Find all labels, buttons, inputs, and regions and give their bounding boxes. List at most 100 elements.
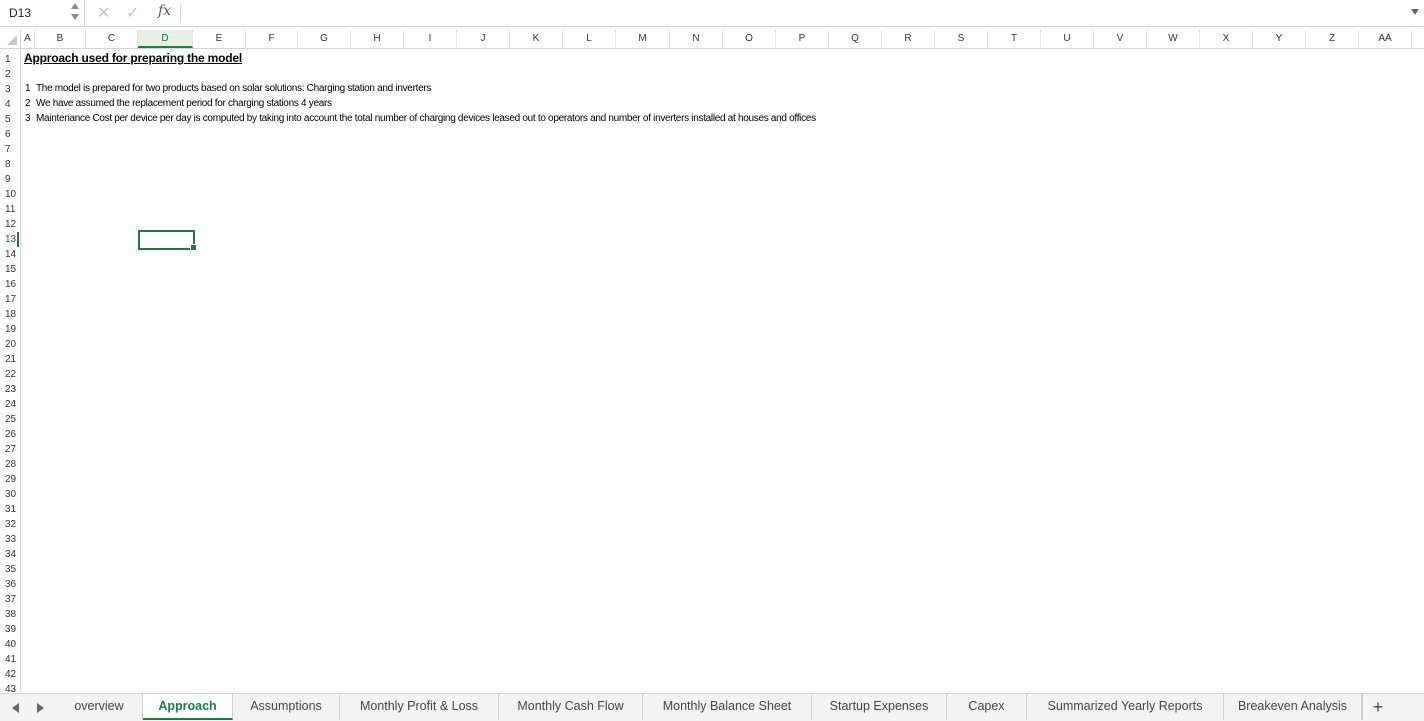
row-header-23[interactable]: 23 — [0, 382, 19, 397]
sheet-tab-approach[interactable]: Approach — [143, 694, 233, 720]
fill-handle[interactable] — [190, 244, 197, 251]
note-text[interactable]: The model is prepared for two products b… — [36, 83, 431, 94]
row-header-11[interactable]: 11 — [0, 202, 19, 217]
sheet-tab-monthly-cash-flow[interactable]: Monthly Cash Flow — [499, 694, 643, 720]
row-header-18[interactable]: 18 — [0, 307, 19, 322]
note-number[interactable]: 3 — [25, 113, 31, 124]
add-sheet-button[interactable]: + — [1362, 694, 1393, 720]
column-header-d[interactable]: D — [138, 30, 193, 48]
cell-grid[interactable]: Approach used for preparing the model 1 … — [21, 49, 1424, 692]
row-header-41[interactable]: 41 — [0, 652, 19, 667]
sheet-tab-capex[interactable]: Capex — [947, 694, 1027, 720]
column-header-p[interactable]: P — [776, 30, 829, 48]
column-header-i[interactable]: I — [404, 30, 457, 48]
row-header-36[interactable]: 36 — [0, 577, 19, 592]
check-icon[interactable]: ✓ — [126, 3, 139, 23]
row-header-26[interactable]: 26 — [0, 427, 19, 442]
row-header-40[interactable]: 40 — [0, 637, 19, 652]
column-header-e[interactable]: E — [193, 30, 246, 48]
note-text[interactable]: We have assumed the replacement period f… — [36, 98, 332, 109]
row-header-4[interactable]: 4 — [0, 97, 19, 112]
row-header-14[interactable]: 14 — [0, 247, 19, 262]
sheet-tab-overview[interactable]: overview — [56, 694, 143, 720]
row-header-16[interactable]: 16 — [0, 277, 19, 292]
sheet-tab-summarized-yearly-reports[interactable]: Summarized Yearly Reports — [1027, 694, 1224, 720]
row-header-28[interactable]: 28 — [0, 457, 19, 472]
column-header-aa[interactable]: AA — [1359, 30, 1412, 48]
row-header-22[interactable]: 22 — [0, 367, 19, 382]
column-header-k[interactable]: K — [510, 30, 563, 48]
note-number[interactable]: 2 — [25, 98, 31, 109]
row-header-39[interactable]: 39 — [0, 622, 19, 637]
column-header-x[interactable]: X — [1200, 30, 1253, 48]
row-header-15[interactable]: 15 — [0, 262, 19, 277]
row-header-19[interactable]: 19 — [0, 322, 19, 337]
next-sheet-icon[interactable] — [37, 703, 44, 713]
sheet-tab-monthly-balance-sheet[interactable]: Monthly Balance Sheet — [643, 694, 812, 720]
row-header-24[interactable]: 24 — [0, 397, 19, 412]
row-header-43[interactable]: 43 — [0, 682, 19, 692]
active-cell-selection[interactable] — [138, 230, 195, 250]
row-header-30[interactable]: 30 — [0, 487, 19, 502]
sheet-tab-startup-expenses[interactable]: Startup Expenses — [812, 694, 947, 720]
select-all-corner[interactable] — [0, 30, 21, 48]
column-header-t[interactable]: T — [988, 30, 1041, 48]
column-header-y[interactable]: Y — [1253, 30, 1306, 48]
name-box-stepper[interactable] — [70, 2, 80, 24]
column-header-l[interactable]: L — [563, 30, 616, 48]
row-header-37[interactable]: 37 — [0, 592, 19, 607]
column-header-c[interactable]: C — [86, 30, 138, 48]
column-header-n[interactable]: N — [670, 30, 723, 48]
column-header-w[interactable]: W — [1147, 30, 1200, 48]
name-box[interactable]: D13 — [0, 0, 85, 26]
sheet-tab-monthly-profit-loss[interactable]: Monthly Profit & Loss — [340, 694, 499, 720]
formula-input[interactable] — [184, 0, 1404, 26]
prev-sheet-icon[interactable] — [12, 703, 19, 713]
sheet-title[interactable]: Approach used for preparing the model — [24, 51, 242, 65]
fx-icon[interactable]: fx — [158, 3, 171, 19]
row-header-20[interactable]: 20 — [0, 337, 19, 352]
row-header-42[interactable]: 42 — [0, 667, 19, 682]
column-header-a[interactable]: A — [21, 30, 35, 48]
column-header-z[interactable]: Z — [1306, 30, 1359, 48]
row-header-5[interactable]: 5 — [0, 112, 19, 127]
row-header-33[interactable]: 33 — [0, 532, 19, 547]
row-header-27[interactable]: 27 — [0, 442, 19, 457]
row-header-10[interactable]: 10 — [0, 187, 19, 202]
row-header-7[interactable]: 7 — [0, 142, 19, 157]
row-header-6[interactable]: 6 — [0, 127, 19, 142]
row-header-9[interactable]: 9 — [0, 172, 19, 187]
row-header-38[interactable]: 38 — [0, 607, 19, 622]
row-header-3[interactable]: 3 — [0, 82, 19, 97]
row-header-8[interactable]: 8 — [0, 157, 19, 172]
row-header-35[interactable]: 35 — [0, 562, 19, 577]
column-header-q[interactable]: Q — [829, 30, 882, 48]
row-header-34[interactable]: 34 — [0, 547, 19, 562]
row-header-25[interactable]: 25 — [0, 412, 19, 427]
row-header-13[interactable]: 13 — [0, 232, 19, 247]
column-header-o[interactable]: O — [723, 30, 776, 48]
cancel-icon[interactable]: ✕ — [97, 3, 110, 23]
row-header-29[interactable]: 29 — [0, 472, 19, 487]
row-header-17[interactable]: 17 — [0, 292, 19, 307]
note-text[interactable]: Maintenance Cost per device per day is c… — [36, 113, 816, 124]
column-header-h[interactable]: H — [351, 30, 404, 48]
row-header-32[interactable]: 32 — [0, 517, 19, 532]
column-header-m[interactable]: M — [616, 30, 670, 48]
column-header-f[interactable]: F — [246, 30, 298, 48]
row-header-12[interactable]: 12 — [0, 217, 19, 232]
sheet-tab-breakeven-analysis[interactable]: Breakeven Analysis — [1224, 694, 1362, 720]
column-header-s[interactable]: S — [935, 30, 988, 48]
column-header-r[interactable]: R — [882, 30, 935, 48]
column-header-b[interactable]: B — [35, 30, 86, 48]
row-header-21[interactable]: 21 — [0, 352, 19, 367]
sheet-tab-assumptions[interactable]: Assumptions — [233, 694, 340, 720]
note-number[interactable]: 1 — [25, 83, 31, 94]
column-header-v[interactable]: V — [1094, 30, 1147, 48]
row-header-1[interactable]: 1 — [0, 52, 19, 67]
column-header-g[interactable]: G — [298, 30, 351, 48]
column-header-j[interactable]: J — [457, 30, 510, 48]
formula-expand-icon[interactable] — [1411, 9, 1419, 15]
row-header-2[interactable]: 2 — [0, 67, 19, 82]
column-header-u[interactable]: U — [1041, 30, 1094, 48]
